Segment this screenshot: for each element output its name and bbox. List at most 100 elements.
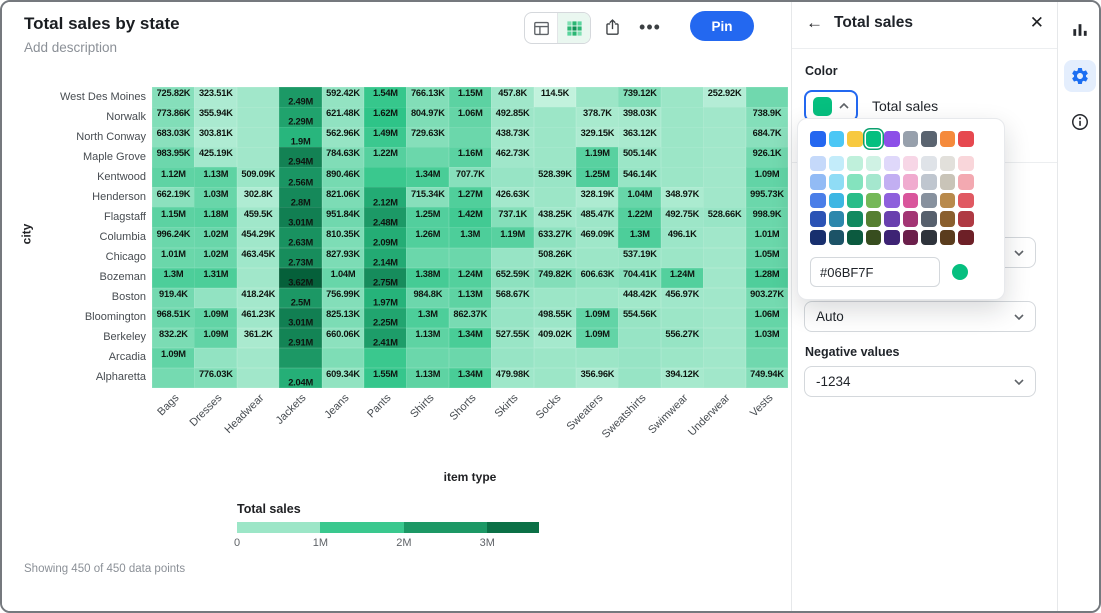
- heatmap-cell[interactable]: [661, 248, 704, 269]
- heatmap-cell[interactable]: 356.96K: [576, 368, 619, 389]
- heatmap-cell[interactable]: 983.95K: [152, 147, 195, 168]
- heatmap-cell[interactable]: [703, 127, 746, 148]
- add-description-field[interactable]: Add description: [24, 40, 117, 55]
- heatmap-cell[interactable]: 776.03K: [194, 368, 237, 389]
- heatmap-cell[interactable]: 704.41K: [618, 268, 661, 289]
- heatmap-cell[interactable]: 1.09M: [194, 328, 237, 349]
- heatmap-cell[interactable]: 509.09K: [237, 167, 280, 188]
- heatmap-cell[interactable]: 1.09M: [576, 328, 619, 349]
- heatmap-cell[interactable]: 919.4K: [152, 288, 195, 309]
- tint-swatch[interactable]: [940, 174, 956, 190]
- heatmap-cell[interactable]: [703, 368, 746, 389]
- heatmap-cell[interactable]: 2.25M: [364, 308, 407, 329]
- heatmap-cell[interactable]: [703, 187, 746, 208]
- tint-swatch[interactable]: [810, 230, 826, 246]
- table-view-button[interactable]: [525, 13, 557, 43]
- heatmap-cell[interactable]: [406, 348, 449, 369]
- heatmap-cell[interactable]: 1.25M: [406, 207, 449, 228]
- heatmap-cell[interactable]: 1.15M: [449, 87, 492, 108]
- heatmap-cell[interactable]: 528.66K: [703, 207, 746, 228]
- heatmap-cell[interactable]: [449, 127, 492, 148]
- heatmap-cell[interactable]: 329.15K: [576, 127, 619, 148]
- heatmap-cell[interactable]: [534, 288, 577, 309]
- heatmap-cell[interactable]: 1.13M: [406, 368, 449, 389]
- heatmap-cell[interactable]: [534, 147, 577, 168]
- heatmap-cell[interactable]: [618, 328, 661, 349]
- heatmap-cell[interactable]: 2.09M: [364, 227, 407, 248]
- heatmap-cell[interactable]: 454.29K: [237, 227, 280, 248]
- heatmap-cell[interactable]: [491, 248, 534, 269]
- heatmap-cell[interactable]: [237, 147, 280, 168]
- heatmap-cell[interactable]: 508.26K: [534, 248, 577, 269]
- heatmap-cell[interactable]: 810.35K: [322, 227, 365, 248]
- heatmap-cell[interactable]: [449, 248, 492, 269]
- heatmap-cell[interactable]: 1.05M: [746, 248, 789, 269]
- heatmap-cell[interactable]: 463.45K: [237, 248, 280, 269]
- heatmap-cell[interactable]: 1.06M: [746, 308, 789, 329]
- heatmap-cell[interactable]: 968.51K: [152, 308, 195, 329]
- heatmap-cell[interactable]: 1.3M: [618, 227, 661, 248]
- heatmap-cell[interactable]: 2.49M: [279, 87, 322, 108]
- tint-swatch[interactable]: [810, 211, 826, 227]
- palette-swatch[interactable]: [810, 131, 826, 147]
- heatmap-cell[interactable]: 2.5M: [279, 288, 322, 309]
- tint-swatch[interactable]: [866, 230, 882, 246]
- heatmap-cell[interactable]: [406, 248, 449, 269]
- heatmap-cell[interactable]: [703, 107, 746, 128]
- heatmap-cell[interactable]: 1.31M: [194, 268, 237, 289]
- heatmap-cell[interactable]: [661, 167, 704, 188]
- heatmap-cell[interactable]: 609.34K: [322, 368, 365, 389]
- heatmap-cell[interactable]: 303.81K: [194, 127, 237, 148]
- heatmap-cell[interactable]: 363.12K: [618, 127, 661, 148]
- heatmap-cell[interactable]: 2.73M: [279, 248, 322, 269]
- heatmap-cell[interactable]: 1.28M: [746, 268, 789, 289]
- heatmap-cell[interactable]: 492.85K: [491, 107, 534, 128]
- heatmap-cell[interactable]: 328.19K: [576, 187, 619, 208]
- heatmap-cell[interactable]: 1.02M: [194, 227, 237, 248]
- heatmap-cell[interactable]: 1.01M: [746, 227, 789, 248]
- hex-input[interactable]: [810, 257, 940, 287]
- heatmap-cell[interactable]: 3.62M: [279, 268, 322, 289]
- heatmap-cell[interactable]: 378.7K: [576, 107, 619, 128]
- heatmap-cell[interactable]: 1.13M: [449, 288, 492, 309]
- settings-panel-button[interactable]: [1064, 60, 1096, 92]
- tint-swatch[interactable]: [940, 211, 956, 227]
- heatmap-cell[interactable]: 2.29M: [279, 107, 322, 128]
- heatmap-cell[interactable]: [491, 348, 534, 369]
- heatmap-cell[interactable]: [576, 348, 619, 369]
- heatmap-cell[interactable]: [703, 288, 746, 309]
- heatmap-cell[interactable]: 398.03K: [618, 107, 661, 128]
- heatmap-cell[interactable]: [406, 147, 449, 168]
- heatmap-cell[interactable]: 1.04M: [322, 268, 365, 289]
- heatmap-cell[interactable]: 1.34M: [449, 328, 492, 349]
- heatmap-cell[interactable]: [576, 248, 619, 269]
- tint-swatch[interactable]: [866, 211, 882, 227]
- heatmap-cell[interactable]: 1.03M: [746, 328, 789, 349]
- heatmap-cell[interactable]: [534, 368, 577, 389]
- heatmap-cell[interactable]: 1.26M: [406, 227, 449, 248]
- heatmap-cell[interactable]: [534, 187, 577, 208]
- heatmap-cell[interactable]: 537.19K: [618, 248, 661, 269]
- heatmap-cell[interactable]: 2.75M: [364, 268, 407, 289]
- heatmap-cell[interactable]: 456.97K: [661, 288, 704, 309]
- heatmap-cell[interactable]: 1.9M: [279, 127, 322, 148]
- palette-swatch[interactable]: [958, 131, 974, 147]
- heatmap-cell[interactable]: 995.73K: [746, 187, 789, 208]
- heatmap-cell[interactable]: 1.3M: [449, 227, 492, 248]
- heatmap-cell[interactable]: [576, 87, 619, 108]
- heatmap-cell[interactable]: [661, 107, 704, 128]
- heatmap-cell[interactable]: [237, 127, 280, 148]
- heatmap-cell[interactable]: 1.19M: [491, 227, 534, 248]
- tint-swatch[interactable]: [866, 156, 882, 172]
- heatmap-cell[interactable]: 2.56M: [279, 167, 322, 188]
- heatmap-cell[interactable]: [703, 268, 746, 289]
- tint-swatch[interactable]: [884, 211, 900, 227]
- heatmap-cell[interactable]: 1.62M: [364, 107, 407, 128]
- heatmap-cell[interactable]: 737.1K: [491, 207, 534, 228]
- tint-swatch[interactable]: [847, 230, 863, 246]
- heatmap-cell[interactable]: 469.09K: [576, 227, 619, 248]
- tint-swatch[interactable]: [958, 193, 974, 209]
- tint-swatch[interactable]: [958, 174, 974, 190]
- more-options-button[interactable]: •••: [634, 12, 666, 42]
- heatmap-cell[interactable]: [703, 248, 746, 269]
